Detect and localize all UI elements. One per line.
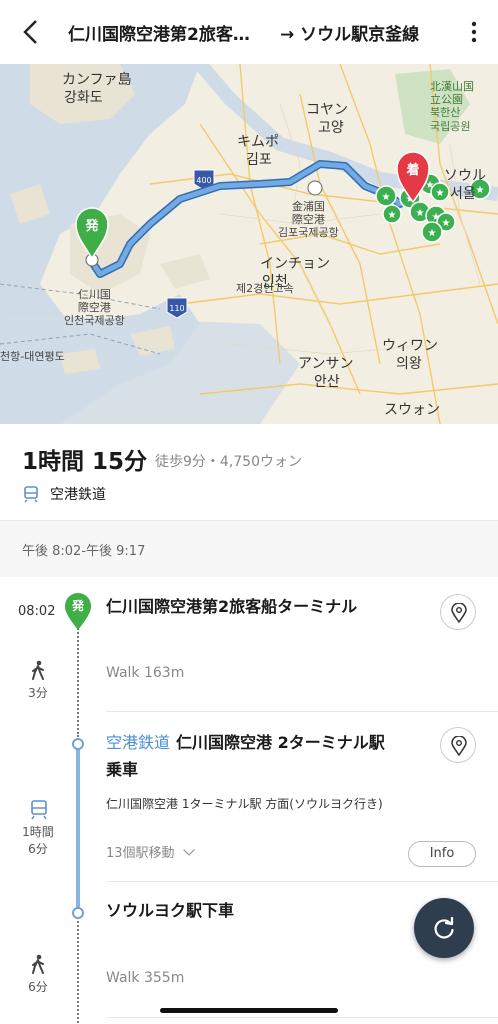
label-incheon-airport: 仁川国 際空港 인천국제공항 bbox=[64, 288, 125, 328]
chevron-down-icon bbox=[183, 844, 195, 856]
board-line-name: 空港鉄道 bbox=[106, 733, 171, 752]
total-duration: 1時間 15分 bbox=[22, 449, 148, 475]
label-seoul-ko: 서울 bbox=[450, 186, 476, 202]
svg-text:★: ★ bbox=[388, 210, 397, 221]
walk1-minutes: 3分 bbox=[28, 686, 48, 700]
start-pin-text: 発 bbox=[71, 599, 84, 613]
label-kimpo-ko: 김포 bbox=[246, 152, 272, 168]
train-icon bbox=[31, 800, 47, 820]
board-node bbox=[72, 738, 84, 750]
home-indicator bbox=[160, 1008, 338, 1013]
walk1-distance: Walk 163m bbox=[106, 665, 185, 681]
label-ansan-ko: 안산 bbox=[314, 374, 340, 390]
label-uiwang-ja: ウィワン bbox=[382, 338, 438, 354]
route-summary: 1時間 15分 徒歩9分・4,750ウォン 空港鉄道 bbox=[0, 424, 498, 520]
svg-text:★: ★ bbox=[428, 228, 437, 239]
refresh-button[interactable] bbox=[414, 898, 474, 958]
route-steps: 08:02 発 仁川国際空港第2旅客船ターミナル 3分 Walk 163m 空港… bbox=[0, 577, 498, 1024]
walk2-distance: Walk 355m bbox=[106, 970, 185, 986]
route-to: → ソウル駅京釜線 bbox=[280, 24, 420, 45]
train-line bbox=[76, 744, 80, 914]
svg-text:★: ★ bbox=[476, 185, 485, 196]
walk-icon bbox=[32, 660, 44, 680]
start-pin-label: 発 bbox=[84, 218, 99, 234]
label-kimpo-ja: キムポ bbox=[237, 134, 279, 150]
svg-text:★: ★ bbox=[426, 180, 435, 191]
walk2-minutes: 6分 bbox=[28, 980, 48, 994]
train-icon bbox=[24, 486, 38, 503]
label-incheon-ja: インチョン bbox=[260, 256, 330, 272]
header-bar: 仁川国際空港第2旅客船ターミナル → ソウル駅京釜線 bbox=[0, 0, 498, 64]
route-map[interactable]: 400 110 ★ ★ ★ ★ ★ ★ ★ ★ ★ ★ 発 着 カンファ島 강화도 コヤン bbox=[0, 64, 498, 424]
hwy-400-label: 400 bbox=[196, 176, 211, 185]
time-range-bar: 午後 8:02-午後 9:17 bbox=[0, 521, 498, 577]
label-suwon-ja: スウォン bbox=[384, 402, 440, 418]
label-yeonpyeong: 천항-대연평도 bbox=[0, 350, 65, 363]
svg-text:★: ★ bbox=[432, 212, 441, 223]
start-time: 08:02 bbox=[18, 604, 56, 619]
route-from: 仁川国際空港第2旅客船ターミナル bbox=[68, 24, 266, 45]
start-place: 仁川国際空港第2旅客船ターミナル bbox=[106, 597, 358, 616]
stations-toggle[interactable]: 13個駅移動 bbox=[106, 842, 195, 861]
ride-duration: 1時間 6分 bbox=[22, 825, 54, 856]
end-pin-label: 着 bbox=[405, 162, 419, 178]
map-canvas: 400 110 ★ ★★ ★★ ★ ★★★★ 発 着 bbox=[0, 64, 498, 424]
label-kanghwa-ko: 강화도 bbox=[64, 90, 103, 106]
time-range: 午後 8:02-午後 9:17 bbox=[22, 544, 146, 559]
walk-line bbox=[77, 917, 79, 1024]
location-pin-icon bbox=[451, 603, 467, 623]
line-name: 空港鉄道 bbox=[50, 487, 106, 503]
alight-node bbox=[72, 907, 84, 919]
hwy-110-label: 110 bbox=[169, 304, 184, 313]
svg-text:★: ★ bbox=[436, 188, 445, 199]
board-station: 空港鉄道 仁川国際空港 2ターミナル駅 乗車 bbox=[106, 729, 416, 783]
stations-count: 13個駅移動 bbox=[106, 846, 175, 861]
label-second-gyeongin: 제2경인고속 bbox=[236, 282, 294, 295]
label-koyang-ja: コヤン bbox=[306, 102, 348, 118]
label-koyang-ko: 고양 bbox=[318, 120, 344, 136]
more-vert-icon[interactable] bbox=[468, 18, 480, 46]
walk-icon bbox=[32, 954, 44, 974]
divider bbox=[106, 881, 498, 882]
svg-text:★: ★ bbox=[442, 218, 451, 229]
route-title: 仁川国際空港第2旅客船ターミナル → ソウル駅京釜線 bbox=[68, 0, 460, 64]
back-arrow-icon[interactable] bbox=[18, 18, 44, 46]
svg-text:★: ★ bbox=[416, 208, 425, 219]
divider bbox=[106, 1017, 498, 1018]
label-seoul-ja: ソウル bbox=[444, 168, 486, 184]
label-kanghwa-ja: カンファ島 bbox=[62, 72, 132, 88]
alight-station: ソウルヨク駅下車 bbox=[106, 901, 235, 920]
walk-and-fare: 徒歩9分・4,750ウォン bbox=[155, 454, 302, 470]
svg-text:★: ★ bbox=[382, 192, 391, 203]
label-gimpo-airport: 金浦国 際空港 김포국제공항 bbox=[278, 200, 339, 240]
walk-line bbox=[77, 617, 79, 737]
info-button[interactable]: Info bbox=[408, 841, 476, 867]
board-location-button[interactable] bbox=[440, 727, 476, 763]
label-uiwang-ko: 의왕 bbox=[396, 356, 422, 372]
location-pin-icon bbox=[451, 736, 467, 756]
refresh-icon bbox=[434, 916, 454, 939]
label-bukhansan: 北漢山国 立公園 북한산 국립공원 bbox=[430, 80, 474, 133]
label-ansan-ja: アンサン bbox=[298, 356, 354, 372]
direction-text: 仁川国際空港 1ターミナル駅 方面(ソウルヨク行き) bbox=[106, 797, 383, 811]
line-chip-row: 空港鉄道 bbox=[22, 484, 106, 504]
start-location-button[interactable] bbox=[440, 594, 476, 630]
divider bbox=[106, 711, 498, 712]
